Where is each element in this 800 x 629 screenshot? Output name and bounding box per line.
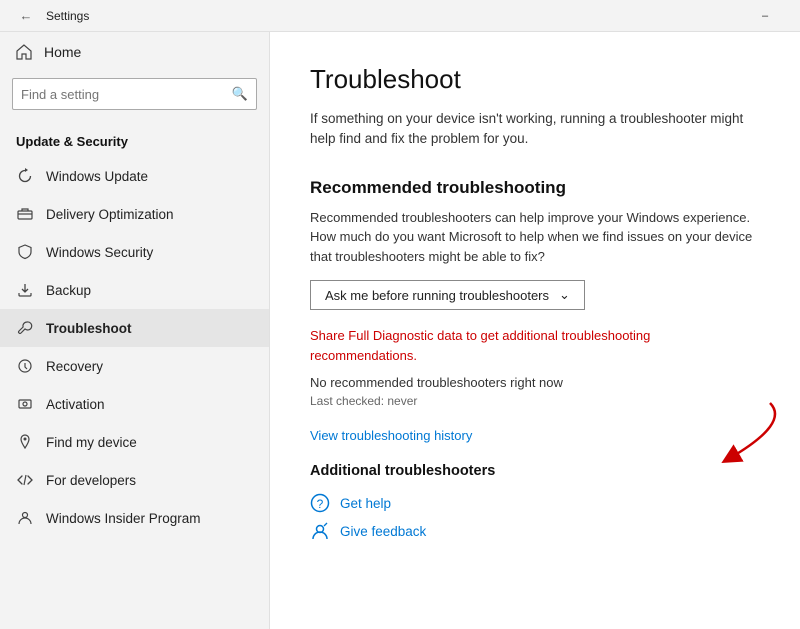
page-title: Troubleshoot xyxy=(310,64,760,95)
home-label: Home xyxy=(44,44,81,60)
sidebar: Home 🔍 Update & Security Windows Update xyxy=(0,32,270,629)
activation-icon xyxy=(16,395,34,413)
sidebar-item-activation[interactable]: Activation xyxy=(0,385,269,423)
sidebar-item-home[interactable]: Home xyxy=(0,32,269,72)
developer-icon xyxy=(16,471,34,489)
sidebar-item-find-my-device[interactable]: Find my device xyxy=(0,423,269,461)
insider-icon xyxy=(16,509,34,527)
sidebar-item-for-developers[interactable]: For developers xyxy=(0,461,269,499)
recommended-desc: Recommended troubleshooters can help imp… xyxy=(310,208,760,267)
title-bar: ← Settings – xyxy=(0,0,800,32)
backup-icon xyxy=(16,281,34,299)
backup-label: Backup xyxy=(46,283,91,298)
sidebar-item-windows-security[interactable]: Windows Security xyxy=(0,233,269,271)
search-box[interactable]: 🔍 xyxy=(12,78,257,110)
sidebar-section-label: Update & Security xyxy=(0,120,269,157)
recovery-label: Recovery xyxy=(46,359,103,374)
wrench-icon xyxy=(16,319,34,337)
search-input[interactable] xyxy=(21,87,232,102)
delivery-optimization-label: Delivery Optimization xyxy=(46,207,174,222)
find-my-device-label: Find my device xyxy=(46,435,137,450)
get-help-item[interactable]: ? Get help xyxy=(310,493,760,513)
location-icon xyxy=(16,433,34,451)
last-checked: Last checked: never xyxy=(310,394,760,408)
status-text: No recommended troubleshooters right now xyxy=(310,375,760,390)
chevron-down-icon: ⌄ xyxy=(559,287,570,303)
give-feedback-item[interactable]: Give feedback xyxy=(310,521,760,541)
app-body: Home 🔍 Update & Security Windows Update xyxy=(0,32,800,629)
give-feedback-label: Give feedback xyxy=(340,524,426,539)
dropdown-label: Ask me before running troubleshooters xyxy=(325,288,549,303)
delivery-icon xyxy=(16,205,34,223)
sidebar-item-windows-update[interactable]: Windows Update xyxy=(0,157,269,195)
windows-update-label: Windows Update xyxy=(46,169,148,184)
sidebar-item-recovery[interactable]: Recovery xyxy=(0,347,269,385)
get-help-label: Get help xyxy=(340,496,391,511)
svg-text:?: ? xyxy=(317,497,324,511)
for-developers-label: For developers xyxy=(46,473,136,488)
home-icon xyxy=(16,44,32,60)
refresh-icon xyxy=(16,167,34,185)
content-area: Troubleshoot If something on your device… xyxy=(270,32,800,629)
sidebar-item-delivery-optimization[interactable]: Delivery Optimization xyxy=(0,195,269,233)
additional-section-title: Additional troubleshooters xyxy=(310,463,760,479)
recommended-section-title: Recommended troubleshooting xyxy=(310,178,760,198)
sidebar-item-backup[interactable]: Backup xyxy=(0,271,269,309)
troubleshoot-label: Troubleshoot xyxy=(46,321,132,336)
view-history-link[interactable]: View troubleshooting history xyxy=(310,428,760,443)
sidebar-item-troubleshoot[interactable]: Troubleshoot xyxy=(0,309,269,347)
recovery-icon xyxy=(16,357,34,375)
intro-text: If something on your device isn't workin… xyxy=(310,109,760,150)
troubleshooter-dropdown[interactable]: Ask me before running troubleshooters ⌄ xyxy=(310,280,585,310)
arrow-container: Additional troubleshooters xyxy=(310,463,760,479)
back-button[interactable]: ← xyxy=(12,2,40,30)
give-feedback-icon xyxy=(310,521,330,541)
windows-insider-label: Windows Insider Program xyxy=(46,511,201,526)
windows-security-label: Windows Security xyxy=(46,245,153,260)
sidebar-item-windows-insider[interactable]: Windows Insider Program xyxy=(0,499,269,537)
shield-icon xyxy=(16,243,34,261)
get-help-icon: ? xyxy=(310,493,330,513)
activation-label: Activation xyxy=(46,397,105,412)
search-icon: 🔍 xyxy=(232,86,248,102)
share-diagnostic-link[interactable]: Share Full Diagnostic data to get additi… xyxy=(310,326,760,365)
window-controls: – xyxy=(742,0,788,32)
app-title: Settings xyxy=(46,9,89,23)
minimize-button[interactable]: – xyxy=(742,0,788,32)
